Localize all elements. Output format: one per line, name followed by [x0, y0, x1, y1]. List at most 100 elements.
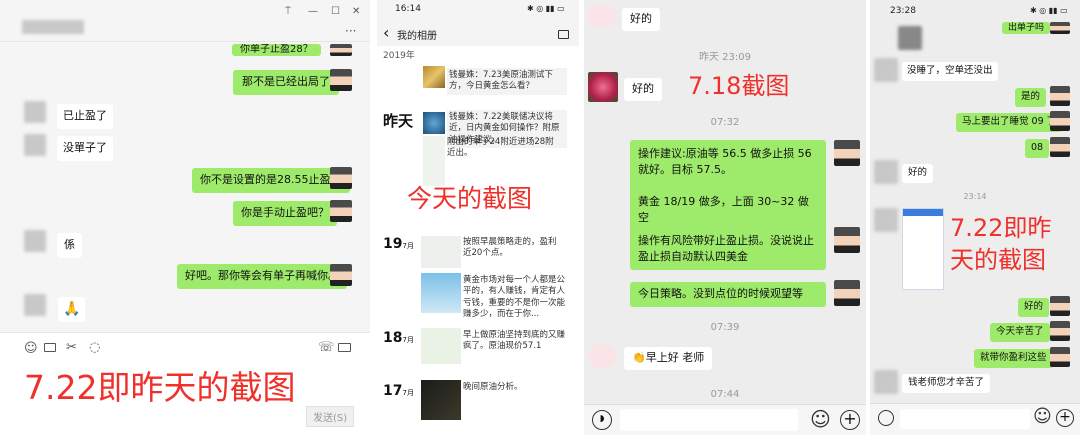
divider: [866, 0, 870, 435]
avatar: [834, 140, 860, 166]
year-label: 2019年: [383, 51, 415, 61]
post-thumbnail[interactable]: [423, 136, 445, 186]
post-thumbnail[interactable]: [421, 236, 461, 268]
msg-bubble: 好的: [622, 8, 660, 31]
post-text[interactable]: 钱曼姝：7.23美原油测试下方，今日黄金怎么看？: [447, 68, 567, 95]
post-text[interactable]: 早上做原油坚持到底的又赚疯了。原油现价57.1: [463, 330, 567, 353]
post-thumbnail[interactable]: [421, 273, 461, 313]
date-18: 187月: [383, 330, 414, 346]
screenshot-caption: 7.18截图: [688, 72, 790, 100]
post-thumbnail[interactable]: [421, 380, 461, 420]
emoji-icon[interactable]: ☺: [810, 407, 831, 431]
avatar: [24, 101, 46, 123]
panel-phone-chat-718: 好的 昨天 23:09 好的 7.18截图 07:32 操作建议:原油等 56.…: [584, 0, 866, 435]
plus-icon[interactable]: +: [1056, 409, 1074, 427]
day: 17: [383, 383, 403, 399]
avatar: [874, 208, 898, 232]
chat-header: ⍑ — ☐ ✕ ···: [0, 0, 370, 42]
back-icon[interactable]: ‹: [383, 23, 389, 42]
panel-album: 16:14 ✱ ◎ ▮▮ ▭ ‹ 我的相册 2019年 钱曼姝：7.23美原油测…: [377, 0, 579, 435]
msg-bubble: 👏早上好 老师: [624, 347, 713, 370]
image-message[interactable]: [902, 208, 944, 290]
text-input[interactable]: [620, 409, 798, 431]
post-thumbnail[interactable]: [423, 66, 445, 88]
avatar: [874, 370, 898, 394]
emoji-icon[interactable]: ☺: [24, 341, 38, 356]
post-text[interactable]: 附出的单子24附近进场28附近出。: [447, 137, 559, 160]
msg-bubble: 马上要出了睡觉 09 了: [956, 113, 1063, 132]
msg-bubble: 那不是已经出局了: [233, 70, 339, 95]
video-icon[interactable]: [338, 343, 351, 352]
avatar-flower: [588, 72, 618, 102]
msg-bubble: 操作有风险带好止盈止损。没说说止盈止损自动默认四美金: [630, 228, 826, 270]
date-17: 177月: [383, 383, 414, 399]
avatar: [1050, 296, 1070, 316]
emoji-icon[interactable]: ☺: [1033, 406, 1052, 427]
avatar: [330, 264, 352, 286]
avatar-cartoon: [588, 344, 616, 368]
avatar: [834, 280, 860, 306]
divider: [579, 0, 584, 435]
msg-bubble: 你不是设置的是28.55止盈吗: [192, 168, 350, 193]
post-text[interactable]: 晚间原油分析。: [463, 382, 567, 393]
msg-bubble: 08: [1025, 139, 1050, 158]
divider: [371, 0, 377, 435]
month: 7月: [402, 336, 414, 344]
msg-bubble: 你单子止盈28？: [232, 44, 321, 56]
contact-name-blurred: [22, 20, 84, 34]
msg-bubble: 🙏: [58, 297, 86, 322]
plus-icon[interactable]: +: [840, 410, 860, 430]
pin-icon[interactable]: ⍑: [285, 6, 291, 17]
avatar: [834, 227, 860, 253]
day: 19: [383, 236, 403, 252]
voice-icon[interactable]: [878, 410, 894, 426]
nav-bar: ‹ 我的相册: [377, 20, 579, 46]
month: 7月: [402, 242, 414, 250]
avatar: [1050, 86, 1070, 106]
msg-bubble: 已止盈了: [57, 104, 113, 129]
msg-bubble: 今天辛苦了: [990, 323, 1050, 342]
month: 7月: [402, 389, 414, 397]
input-bar: ◗ ☺ +: [584, 404, 866, 435]
post-text[interactable]: 黄金市场对每一个人都是公平的，有人赚钱，肯定有人亏钱，重要的不是你一次能赚多少，…: [463, 275, 567, 321]
msg-bubble: 操作建议:原油等 56.5 做多止损 56 就好。目标 57.5。 黄金 18/…: [630, 140, 826, 232]
text-input[interactable]: [900, 409, 1030, 429]
msg-bubble: 钱老师您才辛苦了: [902, 374, 991, 393]
chat-bubble-icon[interactable]: ◌: [89, 340, 100, 355]
post-text[interactable]: 按照早晨策略走的，盈利近20个点。: [463, 237, 563, 260]
avatar: [874, 58, 898, 82]
maximize-icon[interactable]: ☐: [331, 6, 340, 17]
status-time: 16:14: [395, 4, 421, 14]
post-thumbnail[interactable]: [421, 328, 461, 364]
caption-text: 7.22即昨天的截图: [950, 214, 1052, 274]
page-title: 我的相册: [397, 31, 437, 42]
avatar: [24, 294, 46, 316]
send-button[interactable]: 发送(S): [306, 406, 355, 427]
day: 18: [383, 330, 403, 346]
minimize-icon[interactable]: —: [308, 6, 318, 17]
msg-bubble: 係: [57, 233, 82, 258]
avatar: [330, 200, 352, 222]
phone-icon[interactable]: ☏: [318, 340, 334, 355]
timestamp: 23:14: [963, 192, 987, 201]
post-thumbnail[interactable]: [423, 112, 445, 134]
avatar: [1050, 321, 1070, 341]
msg-bubble: 你是手动止盈吧？: [233, 201, 337, 226]
folder-icon[interactable]: [44, 343, 56, 352]
voice-icon[interactable]: ◗: [592, 410, 612, 430]
timestamp: 07:32: [710, 117, 740, 128]
msg-bubble: 好的: [624, 78, 662, 101]
close-icon[interactable]: ✕: [352, 6, 360, 17]
more-icon[interactable]: ···: [345, 24, 356, 38]
avatar: [24, 134, 46, 156]
panel-phone-chat-722: 23:28 ✱ ◎ ▮▮ ▭ 出单子吗 没睡了，空单还没出 是的 马上要出了睡觉…: [870, 0, 1080, 435]
avatar: [1050, 111, 1070, 131]
panel-desktop-chat: ⍑ — ☐ ✕ ··· 你单子止盈28？ 那不是已经出局了 已止盈了 没單子了 …: [0, 0, 370, 435]
message-icon[interactable]: [558, 30, 569, 39]
avatar: [24, 230, 46, 252]
scissors-icon[interactable]: ✂: [66, 340, 77, 355]
screenshot-caption: 7.22即昨天的截图: [950, 212, 1068, 276]
status-icons: ✱ ◎ ▮▮ ▭: [1030, 6, 1068, 15]
avatar: [330, 69, 352, 91]
msg-bubble: 没單子了: [57, 136, 113, 161]
